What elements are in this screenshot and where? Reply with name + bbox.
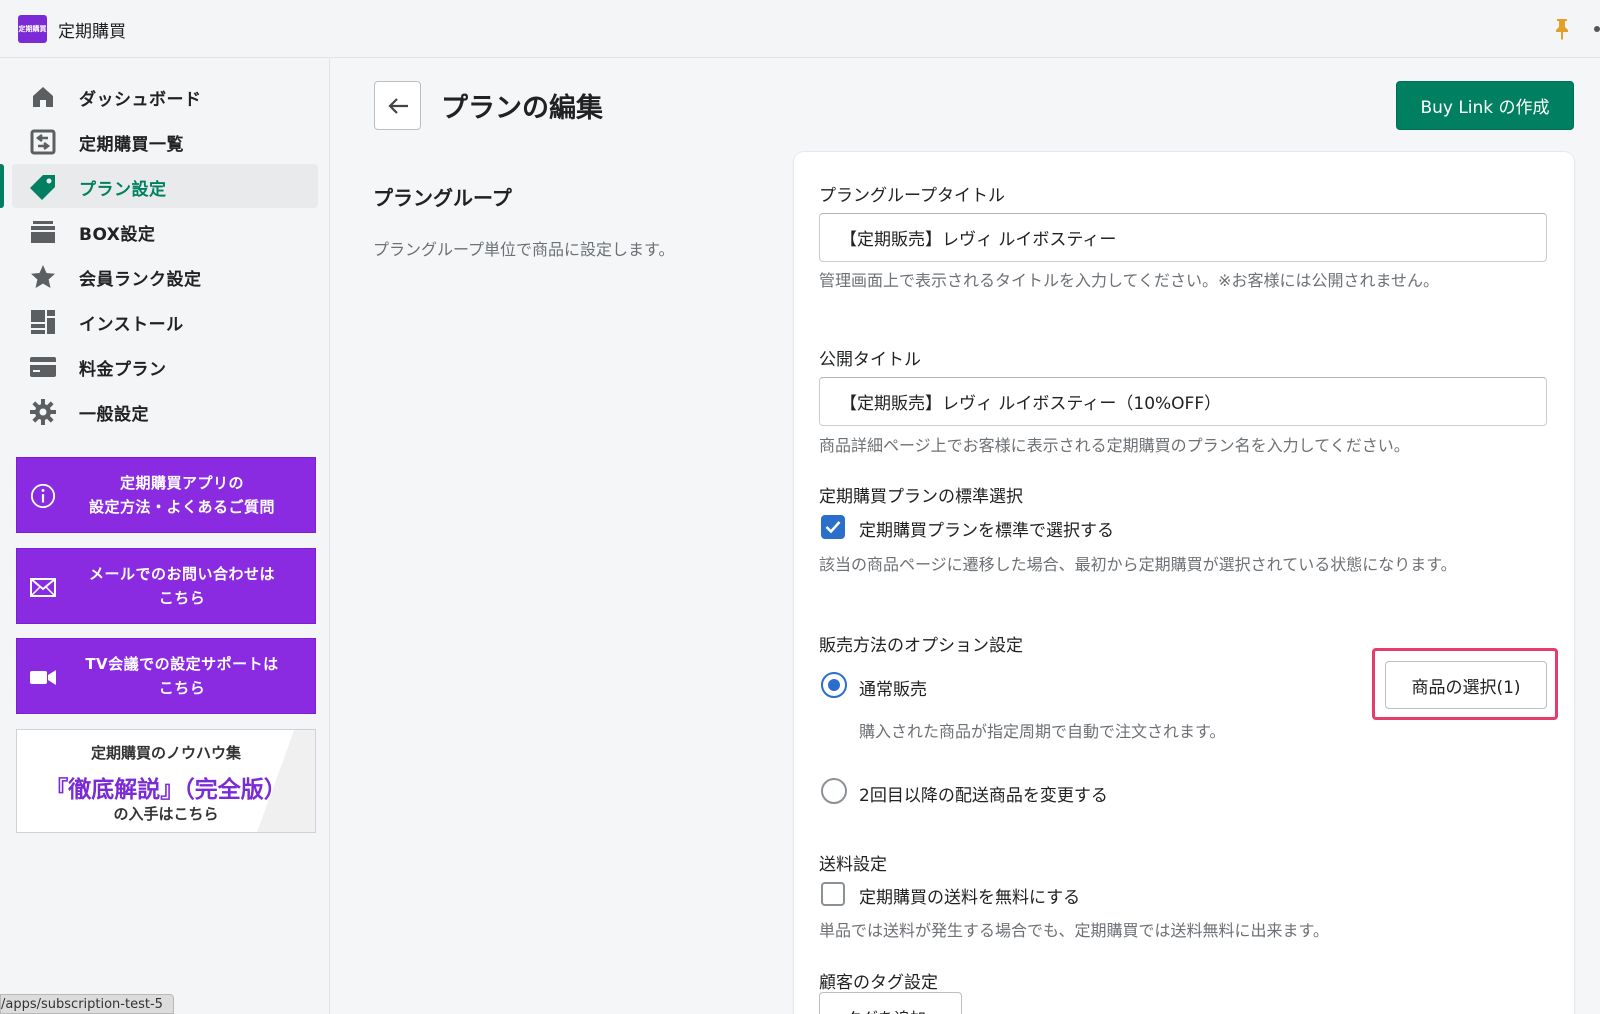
pin-icon[interactable] xyxy=(1554,18,1570,40)
sidebar-nav: ダッシュボード 定期購買一覧 プラン設定 BOX設定 会員ランク設定 インストー… xyxy=(0,74,330,434)
shipping-help: 単品では送料が発生する場合でも、定期購買では送料無料に出来ます。 xyxy=(819,921,1329,940)
sidebar-item-box-settings[interactable]: BOX設定 xyxy=(12,209,318,253)
sidebar-item-label: 会員ランク設定 xyxy=(79,270,202,290)
group-title-label: プラングループタイトル xyxy=(819,186,1005,206)
free-shipping-checkbox[interactable] xyxy=(821,882,845,906)
promo-text: メールでのお問い合わせは こちら xyxy=(88,565,275,607)
sidebar-item-label: プラン設定 xyxy=(79,180,167,200)
app-title: 定期購買 xyxy=(58,22,126,42)
knowhow-banner[interactable]: 定期購買のノウハウ集 『徹底解説』（完全版） の入手はこちら xyxy=(16,729,316,833)
sidebar-item-label: 一般設定 xyxy=(79,405,149,425)
sidebar-item-pricing[interactable]: 料金プラン xyxy=(12,344,318,388)
default-select-checkbox-label[interactable]: 定期購買プランを標準で選択する xyxy=(859,516,1114,541)
change-products-label[interactable]: 2回目以降の配送商品を変更する xyxy=(859,781,1108,806)
promo-mail-banner[interactable]: メールでのお問い合わせは こちら xyxy=(16,548,316,624)
video-icon xyxy=(30,670,56,685)
buy-link-button[interactable]: Buy Link の作成 xyxy=(1396,81,1574,130)
add-tag-button[interactable]: タグを追加 xyxy=(819,992,962,1014)
normal-sale-label[interactable]: 通常販売 xyxy=(859,675,927,700)
sidebar: ダッシュボード 定期購買一覧 プラン設定 BOX設定 会員ランク設定 インストー… xyxy=(0,58,330,1014)
sidebar-item-install[interactable]: インストール xyxy=(12,299,318,343)
sidebar-item-plan-settings[interactable]: プラン設定 xyxy=(0,164,318,208)
gear-icon xyxy=(30,399,56,425)
page-title: プランの編集 xyxy=(441,93,603,124)
status-bar-url: /apps/subscription-test-5 xyxy=(0,994,174,1014)
default-select-checkbox[interactable] xyxy=(821,515,845,539)
promo-text: 定期購買アプリの 設定方法・よくあるご質問 xyxy=(88,474,275,516)
sidebar-item-label: 料金プラン xyxy=(79,360,167,380)
sidebar-item-label: BOX設定 xyxy=(79,225,156,245)
sidebar-item-dashboard[interactable]: ダッシュボード xyxy=(12,74,318,118)
promo-video-banner[interactable]: TV会議での設定サポートは こちら xyxy=(16,638,316,714)
default-select-help: 該当の商品ページに遷移した場合、最初から定期購買が選択されている状態になります。 xyxy=(819,555,1457,574)
sidebar-item-general-settings[interactable]: 一般設定 xyxy=(12,389,318,433)
mail-icon xyxy=(30,578,56,597)
sidebar-item-label: インストール xyxy=(79,315,184,335)
section-description: プラングループ単位で商品に設定します。 xyxy=(373,240,675,259)
default-select-label: 定期購買プランの標準選択 xyxy=(819,487,1023,507)
app-logo: 定期購買 xyxy=(18,15,47,43)
promo-faq-banner[interactable]: 定期購買アプリの 設定方法・よくあるご質問 xyxy=(16,457,316,533)
knowhow-line3: の入手はこちら xyxy=(113,805,219,823)
list-icon xyxy=(30,129,56,155)
public-title-label: 公開タイトル xyxy=(819,350,921,370)
shipping-label: 送料設定 xyxy=(819,855,887,875)
knowhow-line1: 定期購買のノウハウ集 xyxy=(90,744,241,762)
free-shipping-checkbox-label[interactable]: 定期購買の送料を無料にする xyxy=(859,883,1080,908)
top-bar: 定期購買 定期購買 xyxy=(0,0,1600,58)
change-products-radio[interactable] xyxy=(821,778,847,804)
public-title-input[interactable] xyxy=(819,377,1547,426)
tag-icon xyxy=(30,174,56,200)
more-options-icon[interactable] xyxy=(1594,26,1600,32)
section-title: プラングループ xyxy=(373,186,512,210)
back-button[interactable] xyxy=(374,81,421,130)
home-icon xyxy=(30,84,56,110)
box-icon xyxy=(30,219,56,245)
install-icon xyxy=(30,309,56,335)
public-title-help: 商品詳細ページ上でお客様に表示される定期購買のプラン名を入力してください。 xyxy=(819,436,1410,455)
normal-sale-help: 購入された商品が指定周期で自動で注文されます。 xyxy=(859,722,1226,741)
promo-text: TV会議での設定サポートは こちら xyxy=(85,655,279,697)
arrow-left-icon xyxy=(387,97,408,114)
group-title-help: 管理画面上で表示されるタイトルを入力してください。※お客様には公開されません。 xyxy=(819,271,1439,290)
star-icon xyxy=(30,264,56,290)
knowhow-line2: 『徹底解説』（完全版） xyxy=(45,777,287,803)
credit-card-icon xyxy=(30,354,56,380)
select-product-button[interactable]: 商品の選択(1) xyxy=(1385,661,1547,709)
checkmark-icon xyxy=(825,521,841,534)
info-icon xyxy=(30,483,56,509)
sales-option-label: 販売方法のオプション設定 xyxy=(819,636,1023,656)
sidebar-item-member-rank[interactable]: 会員ランク設定 xyxy=(12,254,318,298)
normal-sale-radio[interactable] xyxy=(821,672,847,698)
customer-tag-label: 顧客のタグ設定 xyxy=(819,973,938,993)
group-title-input[interactable] xyxy=(819,213,1547,262)
sidebar-item-label: ダッシュボード xyxy=(79,90,202,110)
sidebar-item-subscription-list[interactable]: 定期購買一覧 xyxy=(12,119,318,163)
active-indicator xyxy=(0,164,4,208)
sidebar-item-label: 定期購買一覧 xyxy=(79,135,184,155)
